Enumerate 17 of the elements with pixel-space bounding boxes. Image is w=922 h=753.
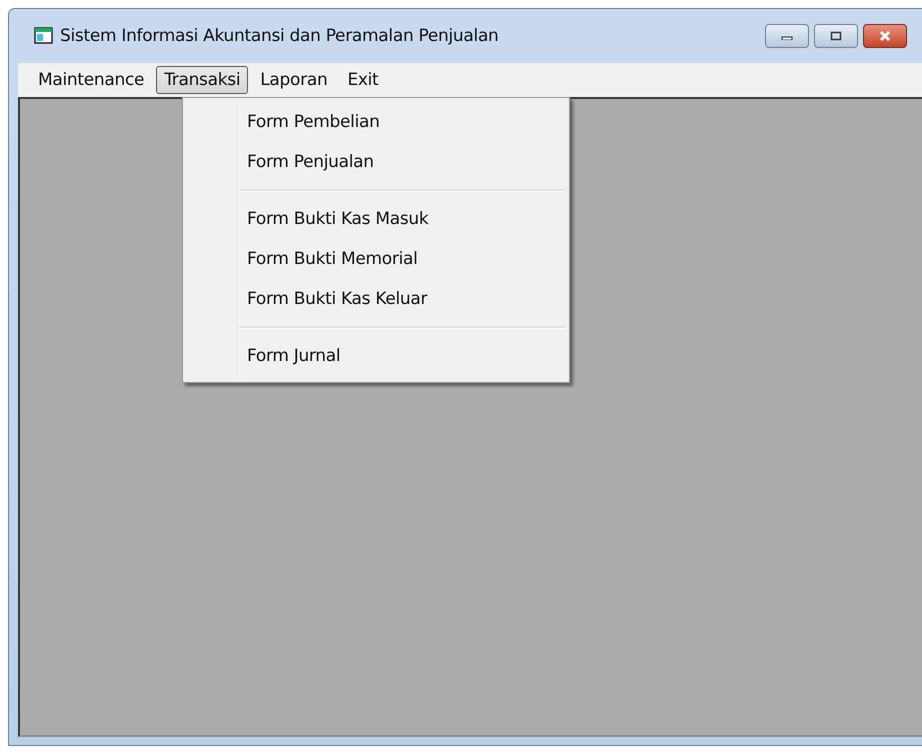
minimize-button[interactable] <box>765 24 809 48</box>
maximize-icon <box>830 31 842 41</box>
dropdown-item[interactable]: Form Jurnal <box>239 336 565 376</box>
close-button[interactable] <box>863 24 907 48</box>
dropdown-item[interactable]: Form Penjualan <box>239 142 565 182</box>
dropdown-item[interactable]: Form Bukti Kas Masuk <box>239 199 565 239</box>
close-icon <box>878 30 892 42</box>
dropdown-item[interactable]: Form Pembelian <box>239 102 565 142</box>
menu-item[interactable]: Transaksi <box>156 66 248 94</box>
menu-item[interactable]: Exit <box>339 66 386 94</box>
dropdown-item[interactable]: Form Bukti Memorial <box>239 239 565 279</box>
maximize-button[interactable] <box>814 24 858 48</box>
menu-item[interactable]: Laporan <box>252 66 336 94</box>
menu-item[interactable]: Maintenance <box>30 66 152 94</box>
window-title: Sistem Informasi Akuntansi dan Peramalan Penjualan <box>60 26 499 46</box>
window-icon <box>34 27 54 45</box>
dropdown-item[interactable]: Form Bukti Kas Keluar <box>239 279 565 319</box>
